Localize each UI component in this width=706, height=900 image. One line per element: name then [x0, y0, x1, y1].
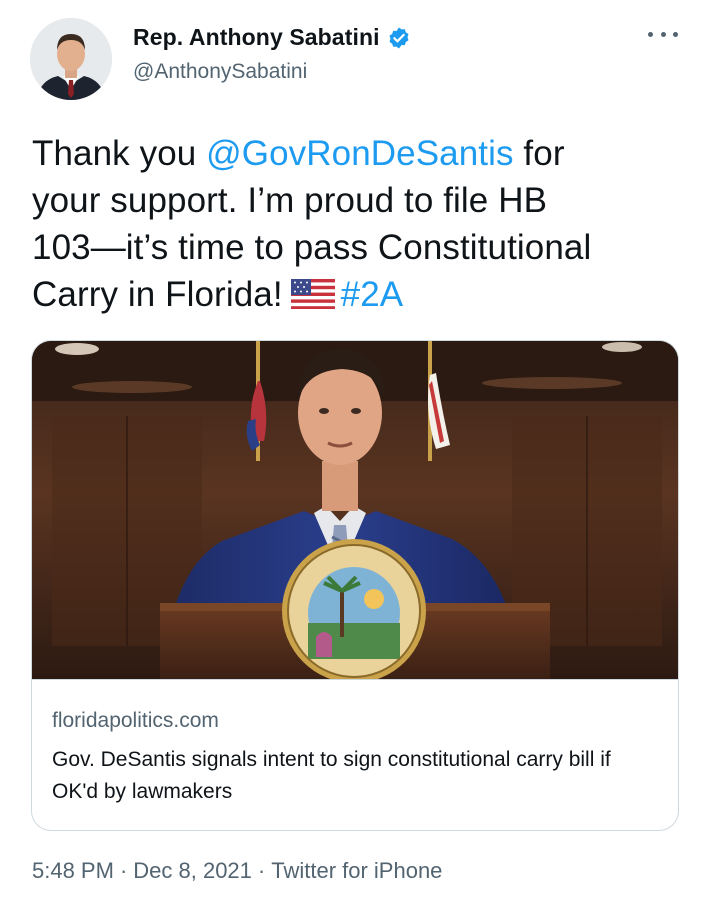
tweet: Rep. Anthony Sabatini @AnthonySabatini T… — [0, 0, 706, 900]
card-domain: floridapolitics.com — [52, 709, 219, 732]
card-title: Gov. DeSantis signals intent to sign con… — [52, 748, 611, 803]
hashtag-link[interactable]: #2A — [341, 275, 404, 314]
tweet-date[interactable]: Dec 8, 2021 — [133, 858, 252, 883]
tweet-source[interactable]: Twitter for iPhone — [271, 858, 442, 883]
us-flag-emoji-icon — [290, 274, 335, 321]
tweet-text-line: your support. I’m proud to file HB — [32, 181, 548, 220]
tweet-text-line: Thank you @GovRonDeSantis for — [32, 130, 692, 177]
author-name-row[interactable]: Rep. Anthony Sabatini — [133, 24, 411, 51]
tweet-text: Thank you @GovRonDeSantis for your suppo… — [32, 130, 692, 321]
more-options-icon[interactable] — [648, 24, 678, 44]
card-image[interactable] — [32, 341, 678, 683]
separator-dot: · — [257, 858, 266, 883]
verified-badge-icon — [387, 26, 411, 50]
tweet-text-segment: Thank you — [32, 134, 207, 173]
mention-link[interactable]: @GovRonDeSantis — [206, 134, 513, 173]
more-dot — [673, 31, 678, 37]
author-display-name[interactable]: Rep. Anthony Sabatini — [133, 24, 380, 51]
avatar[interactable] — [30, 18, 112, 100]
tweet-text-line: Carry in Florida! #2A — [32, 271, 692, 321]
separator-dot: · — [119, 858, 128, 883]
tweet-text-line: 103—it’s time to pass Constitutional — [32, 228, 592, 267]
link-card[interactable]: floridapolitics.com Gov. DeSantis signal… — [31, 340, 679, 831]
tweet-text-segment: Carry in Florida! — [32, 275, 283, 314]
tweet-text-segment: for — [513, 134, 565, 173]
tweet-time[interactable]: 5:48 PM — [32, 858, 114, 883]
author-handle[interactable]: @AnthonySabatini — [133, 60, 307, 84]
more-dot — [660, 31, 666, 37]
more-dot — [648, 31, 653, 37]
tweet-metadata: 5:48 PM · Dec 8, 2021 · Twitter for iPhone — [32, 858, 442, 884]
card-meta[interactable]: floridapolitics.com Gov. DeSantis signal… — [32, 679, 678, 830]
